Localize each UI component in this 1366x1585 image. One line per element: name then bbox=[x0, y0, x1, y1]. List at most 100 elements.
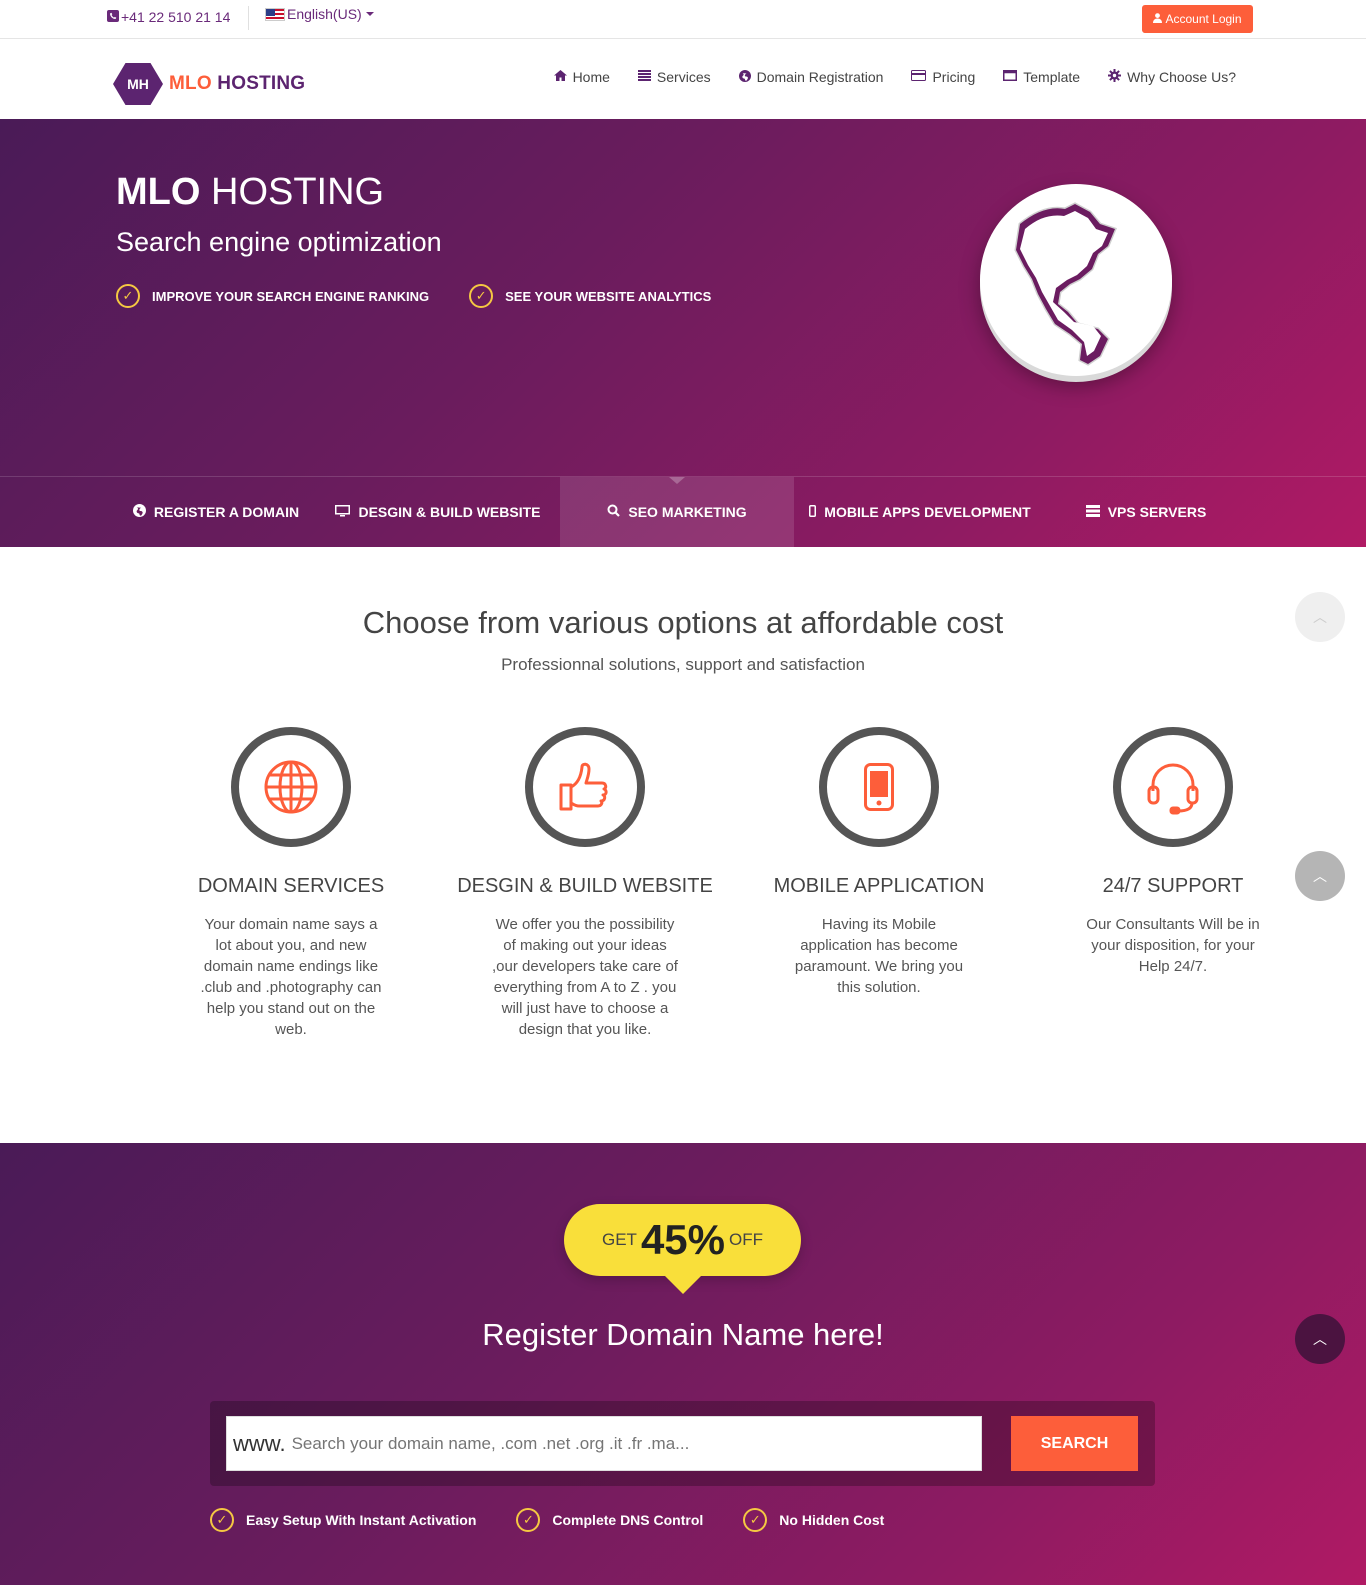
language-selector[interactable]: English(US) bbox=[265, 6, 374, 22]
window-icon bbox=[1003, 70, 1018, 84]
feature-card-mobile: MOBILE APPLICATION Having its Mobile app… bbox=[732, 727, 1026, 1040]
nav-pricing[interactable]: Pricing bbox=[911, 69, 975, 85]
register-title: Register Domain Name here! bbox=[482, 1317, 884, 1352]
hero-feature-label: SEE YOUR WEBSITE ANALYTICS bbox=[505, 288, 712, 304]
scroll-up-button[interactable]: ︿ bbox=[1295, 1314, 1345, 1364]
register-feature: ✓ Easy Setup With Instant Activation bbox=[210, 1508, 476, 1532]
feature-card-support: 24/7 SUPPORT Our Consultants Will be in … bbox=[1026, 727, 1320, 1040]
tab-label: MOBILE APPS DEVELOPMENT bbox=[824, 504, 1031, 520]
logo[interactable]: MH MLO HOSTING bbox=[113, 63, 305, 105]
account-login-button[interactable]: Account Login bbox=[1142, 5, 1253, 33]
divider bbox=[248, 6, 249, 30]
credit-card-icon bbox=[911, 70, 927, 84]
globe-icon bbox=[738, 69, 751, 85]
card-title: DOMAIN SERVICES bbox=[197, 875, 385, 897]
tab-vps-servers[interactable]: VPS SERVERS bbox=[1046, 477, 1246, 547]
register-feature-label: Complete DNS Control bbox=[552, 1512, 704, 1528]
logo-badge: MH bbox=[113, 63, 163, 105]
headset-icon bbox=[1113, 727, 1233, 847]
feature-card-design: DESGIN & BUILD WEBSITE We offer you the … bbox=[438, 727, 732, 1040]
nav-services[interactable]: Services bbox=[637, 69, 711, 85]
register-feature-label: No Hidden Cost bbox=[779, 1512, 885, 1528]
card-title: 24/7 SUPPORT bbox=[1102, 875, 1244, 897]
options-subtitle: Professionnal solutions, support and sat… bbox=[501, 655, 865, 674]
phone-icon bbox=[107, 9, 119, 25]
search-button[interactable]: SEARCH bbox=[1011, 1416, 1138, 1471]
check-icon: ✓ bbox=[516, 1508, 541, 1532]
register-feature-label: Easy Setup With Instant Activation bbox=[246, 1512, 477, 1528]
phone-text: +41 22 510 21 14 bbox=[121, 9, 231, 25]
search-icon bbox=[607, 504, 621, 520]
top-bar: +41 22 510 21 14 English(US) Account Log… bbox=[0, 0, 1366, 39]
register-domain-section: GET 45% OFF Register Domain Name here! w… bbox=[0, 1143, 1366, 1585]
register-feature: ✓ Complete DNS Control bbox=[516, 1508, 703, 1532]
tab-design-build[interactable]: DESGIN & BUILD WEBSITE bbox=[316, 477, 560, 547]
tab-label: DESGIN & BUILD WEBSITE bbox=[358, 504, 541, 520]
options-section: Choose from various options at affordabl… bbox=[0, 547, 1366, 1143]
nav-home[interactable]: Home bbox=[553, 69, 610, 85]
hero-feature: ✓ IMPROVE YOUR SEARCH ENGINE RANKING bbox=[116, 284, 429, 308]
mobile-icon bbox=[809, 504, 817, 520]
tab-label: SEO MARKETING bbox=[628, 504, 747, 520]
card-text: Your domain name says a lot about you, a… bbox=[200, 916, 382, 1038]
user-icon bbox=[1153, 12, 1163, 26]
tab-label: VPS SERVERS bbox=[1107, 504, 1207, 520]
chevron-up-icon: ︿ bbox=[1313, 868, 1327, 884]
domain-search-input[interactable] bbox=[291, 1433, 981, 1454]
nav-pricing-label: Pricing bbox=[932, 69, 976, 85]
thumbs-up-icon bbox=[525, 727, 645, 847]
card-text: Our Consultants Will be in your disposit… bbox=[1086, 916, 1260, 975]
register-feature: ✓ No Hidden Cost bbox=[743, 1508, 884, 1532]
check-icon: ✓ bbox=[210, 1508, 234, 1532]
card-text: Having its Mobile application has become… bbox=[794, 916, 964, 996]
hero-feature-label: IMPROVE YOUR SEARCH ENGINE RANKING bbox=[152, 288, 430, 304]
card-title: DESGIN & BUILD WEBSITE bbox=[457, 875, 713, 897]
domain-search-field[interactable]: www. bbox=[226, 1416, 982, 1471]
nav-why-choose-us-label: Why Choose Us? bbox=[1127, 69, 1236, 85]
logo-name-part1: MLO bbox=[169, 73, 212, 94]
phone-number[interactable]: +41 22 510 21 14 bbox=[107, 9, 230, 25]
card-text: We offer you the possibility of making o… bbox=[492, 916, 678, 1038]
hero-features: ✓ IMPROVE YOUR SEARCH ENGINE RANKING ✓ S… bbox=[116, 284, 711, 308]
service-tabs: REGISTER A DOMAIN DESGIN & BUILD WEBSITE… bbox=[0, 476, 1366, 547]
hero: MLO HOSTING Search engine optimization ✓… bbox=[0, 119, 1366, 547]
domain-search-form: www. SEARCH bbox=[210, 1401, 1155, 1486]
logo-text: MLO HOSTING bbox=[169, 73, 305, 95]
home-icon bbox=[553, 70, 567, 84]
globe-illustration bbox=[980, 184, 1172, 376]
promo-value: 45% bbox=[640, 1216, 725, 1263]
scroll-up-button[interactable]: ︿ bbox=[1295, 592, 1345, 642]
language-label: English(US) bbox=[287, 6, 362, 22]
promo-get: GET bbox=[601, 1230, 637, 1249]
tab-label: REGISTER A DOMAIN bbox=[153, 504, 300, 520]
main-nav: Home Services Domain Registration Pricin… bbox=[553, 69, 1236, 85]
tab-seo-marketing[interactable]: SEO MARKETING bbox=[560, 477, 794, 547]
feature-card-domain: DOMAIN SERVICES Your domain name says a … bbox=[144, 727, 438, 1040]
register-features: ✓ Easy Setup With Instant Activation ✓ C… bbox=[210, 1508, 884, 1532]
hero-title: MLO HOSTING bbox=[116, 171, 385, 213]
card-title: MOBILE APPLICATION bbox=[773, 875, 985, 897]
www-prefix: www. bbox=[233, 1430, 286, 1456]
mobile-icon bbox=[819, 727, 939, 847]
scroll-up-button[interactable]: ︿ bbox=[1295, 851, 1345, 901]
gear-icon bbox=[1108, 69, 1122, 85]
nav-domain-registration[interactable]: Domain Registration bbox=[738, 69, 883, 85]
tab-mobile-apps[interactable]: MOBILE APPS DEVELOPMENT bbox=[794, 477, 1046, 547]
globe-icon bbox=[132, 504, 146, 520]
header: MH MLO HOSTING Home Services Domain Regi… bbox=[0, 39, 1366, 119]
check-icon: ✓ bbox=[743, 1508, 768, 1532]
server-icon bbox=[1085, 504, 1100, 520]
chevron-up-icon: ︿ bbox=[1313, 609, 1327, 625]
nav-why-choose-us[interactable]: Why Choose Us? bbox=[1108, 69, 1236, 85]
nav-template[interactable]: Template bbox=[1003, 69, 1080, 85]
options-title: Choose from various options at affordabl… bbox=[362, 605, 1004, 640]
hero-feature: ✓ SEE YOUR WEBSITE ANALYTICS bbox=[469, 284, 711, 308]
us-flag-icon bbox=[265, 7, 285, 21]
account-login-label: Account Login bbox=[1165, 12, 1242, 26]
list-icon bbox=[637, 70, 651, 84]
globe-icon bbox=[231, 727, 351, 847]
tab-register-domain[interactable]: REGISTER A DOMAIN bbox=[116, 477, 316, 547]
monitor-icon bbox=[335, 504, 351, 520]
check-icon: ✓ bbox=[116, 284, 140, 308]
hero-subtitle: Search engine optimization bbox=[116, 227, 442, 257]
